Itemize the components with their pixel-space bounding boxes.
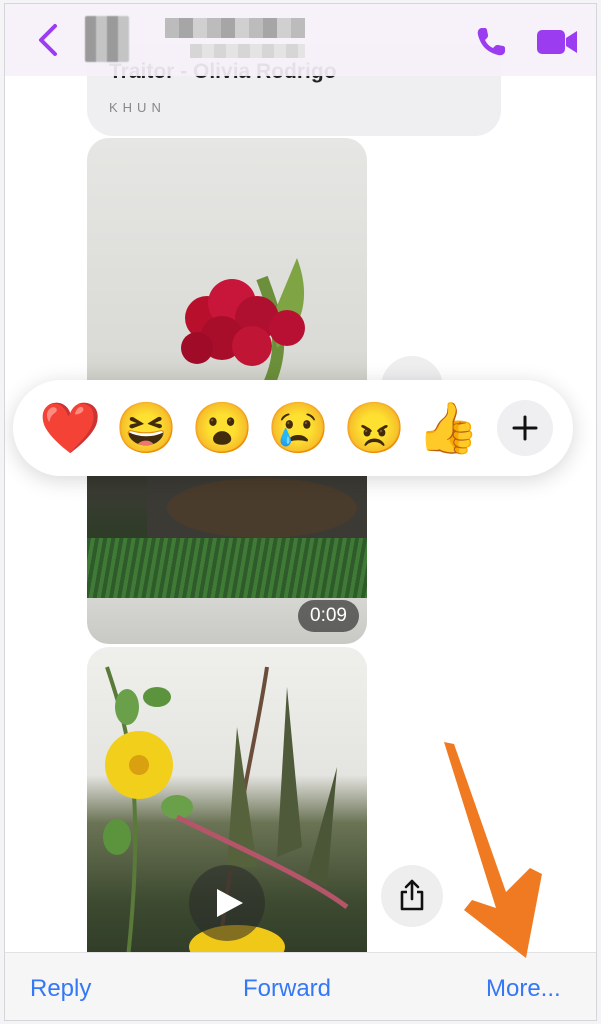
grass-mat bbox=[87, 538, 367, 598]
back-button[interactable] bbox=[33, 22, 63, 58]
reaction-angry[interactable]: 😠 bbox=[343, 398, 405, 458]
video-camera-icon bbox=[537, 30, 577, 54]
flower-image bbox=[181, 258, 305, 388]
song-artist: KHUN bbox=[109, 100, 166, 115]
plant-soil bbox=[167, 478, 357, 538]
video-message-2[interactable] bbox=[87, 647, 367, 967]
phone-icon bbox=[477, 28, 505, 56]
avatar[interactable] bbox=[85, 16, 129, 62]
play-button[interactable] bbox=[189, 865, 265, 941]
add-reaction-button[interactable] bbox=[497, 400, 553, 456]
reply-button[interactable]: Reply bbox=[30, 975, 91, 1003]
plus-icon bbox=[512, 415, 538, 441]
audio-call-button[interactable] bbox=[473, 24, 509, 60]
reaction-laugh[interactable]: 😆 bbox=[115, 398, 177, 458]
annotation-arrow-icon bbox=[444, 742, 542, 958]
video-call-button[interactable] bbox=[535, 26, 579, 58]
contact-name-redacted[interactable] bbox=[165, 18, 305, 38]
reaction-wow[interactable]: 😮 bbox=[191, 398, 253, 458]
chat-header bbox=[5, 4, 596, 76]
reaction-thumbs-up[interactable]: 👍 bbox=[417, 398, 479, 458]
chevron-left-icon bbox=[39, 24, 57, 56]
play-icon bbox=[217, 889, 243, 917]
reaction-sad[interactable]: 😢 bbox=[267, 398, 329, 458]
reaction-heart[interactable]: ❤️ bbox=[39, 398, 101, 458]
video-duration: 0:09 bbox=[298, 600, 359, 632]
message-actions-bar: Reply Forward More... bbox=[5, 952, 596, 1020]
contact-status-redacted bbox=[190, 44, 305, 58]
share-icon bbox=[400, 879, 424, 911]
reaction-picker: ❤️ 😆 😮 😢 😠 👍 bbox=[13, 380, 573, 476]
messenger-screen: Traitor - Olivia Rodrigo KHUN 0:09 bbox=[4, 3, 597, 1021]
forward-button[interactable]: Forward bbox=[243, 975, 331, 1003]
more-button[interactable]: More... bbox=[486, 975, 561, 1003]
